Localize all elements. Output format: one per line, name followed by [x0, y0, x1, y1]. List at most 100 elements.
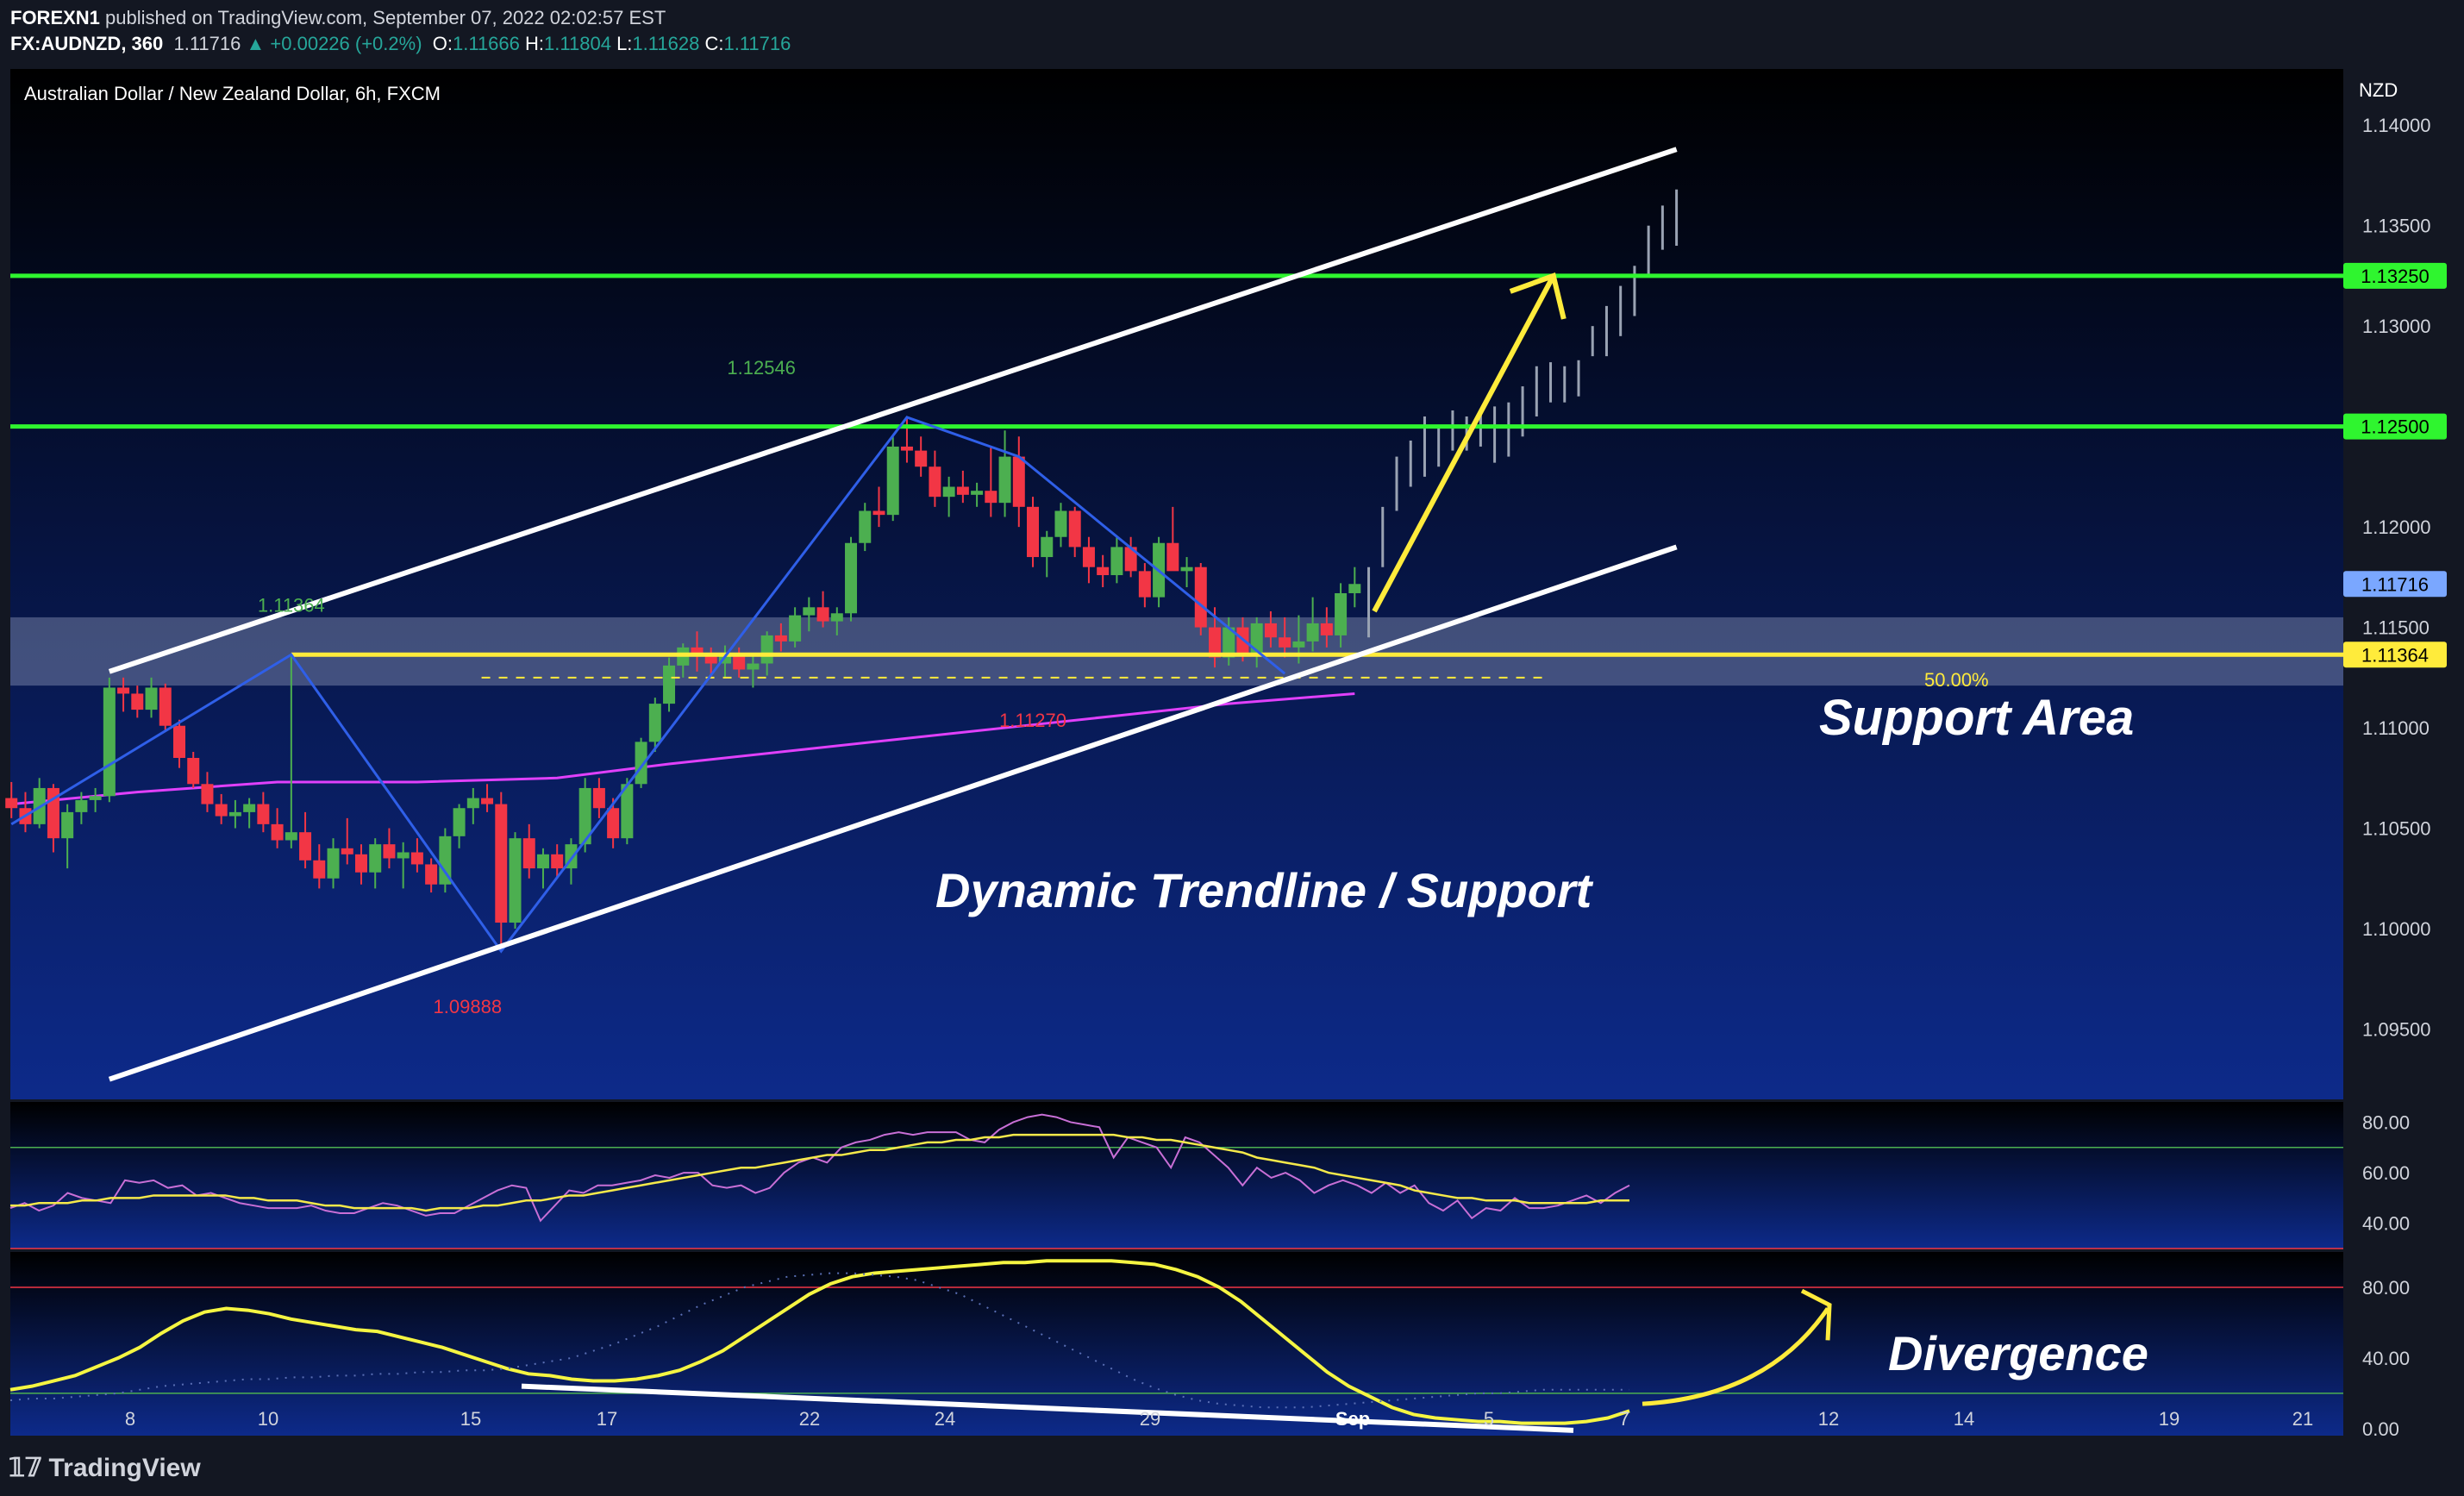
y-tick-label: 1.11000 — [2362, 717, 2430, 739]
candle-down — [481, 798, 494, 804]
x-tick-label: 24 — [935, 1408, 955, 1430]
candle-down — [1279, 637, 1291, 648]
candle-down — [159, 687, 172, 726]
candle-up — [243, 804, 256, 812]
candle-down — [410, 852, 423, 865]
candle-up — [859, 510, 872, 543]
candle-down — [257, 804, 270, 824]
candle-down — [5, 798, 18, 809]
candle-up — [1041, 536, 1054, 558]
price-axis-marker-label: 1.11364 — [2361, 644, 2429, 666]
candle-down — [1012, 456, 1025, 507]
x-tick-label: 15 — [460, 1408, 481, 1430]
candle-up — [998, 456, 1011, 504]
candle-down — [1082, 547, 1095, 567]
oscillator2-tick-label: 0.00 — [2362, 1418, 2399, 1440]
candle-up — [327, 848, 340, 879]
candle-down — [383, 844, 396, 859]
divergence-annotation: Divergence — [1888, 1326, 2148, 1380]
candle-down — [592, 787, 605, 809]
candle-up — [971, 491, 984, 495]
candle-up — [466, 798, 479, 809]
candle-down — [271, 823, 284, 841]
candle-up — [886, 446, 899, 516]
oscillator1-tick-label: 80.00 — [2362, 1111, 2410, 1133]
tradingview-logo[interactable]: 𝟙𝟟 TradingView — [9, 1453, 201, 1483]
x-tick-label: 22 — [799, 1408, 820, 1430]
candle-up — [1180, 566, 1193, 572]
candle-up — [145, 687, 158, 710]
candle-down — [1027, 506, 1040, 558]
candle-down — [201, 784, 214, 804]
tradingview-icon: 𝟙𝟟 — [9, 1454, 49, 1482]
candle-up — [1335, 592, 1348, 635]
candle-down — [1138, 571, 1151, 598]
x-tick-label: 21 — [2292, 1408, 2313, 1430]
x-tick-label: 10 — [258, 1408, 278, 1430]
candle-down — [551, 854, 564, 869]
candle-down — [915, 450, 928, 467]
y-tick-label: 1.11500 — [2362, 617, 2430, 639]
candle-up — [747, 663, 760, 670]
pivot-label: 1.12546 — [727, 357, 796, 379]
candle-down — [774, 635, 787, 642]
candle-up — [103, 687, 116, 797]
currency-label: NZD — [2359, 79, 2398, 101]
candle-up — [845, 542, 858, 614]
candle-up — [1292, 641, 1305, 648]
x-tick-label: 8 — [125, 1408, 135, 1430]
candle-up — [789, 615, 802, 642]
candle-up — [830, 613, 843, 622]
candle-down — [131, 693, 144, 710]
brand-text: TradingView — [48, 1454, 201, 1482]
candle-up — [453, 808, 466, 836]
candle-up — [536, 854, 549, 869]
candle-down — [985, 491, 997, 504]
oscillator1-pane — [10, 1102, 2343, 1249]
candle-down — [522, 838, 535, 869]
candle-up — [228, 811, 241, 817]
trendline-annotation: Dynamic Trendline / Support — [935, 863, 1594, 917]
candle-down — [299, 832, 312, 861]
candle-up — [1250, 623, 1263, 654]
y-tick-label: 1.10500 — [2362, 818, 2431, 840]
candle-up — [648, 704, 661, 742]
x-tick-label: 5 — [1484, 1408, 1494, 1430]
candle-up — [369, 844, 382, 873]
candle-down — [495, 804, 508, 923]
candle-up — [1348, 584, 1361, 593]
candle-down — [1166, 542, 1179, 572]
candle-up — [75, 799, 88, 812]
y-tick-label: 1.12000 — [2362, 516, 2431, 538]
candle-up — [1306, 623, 1319, 642]
candle-down — [1097, 566, 1110, 576]
candle-down — [607, 808, 620, 839]
x-tick-label: 29 — [1140, 1408, 1160, 1430]
candle-up — [285, 832, 297, 841]
footer-bar — [0, 1438, 2464, 1496]
price-axis-marker-label: 1.13250 — [2361, 266, 2430, 287]
y-tick-label: 1.10000 — [2362, 918, 2431, 940]
candle-down — [1264, 623, 1277, 638]
x-tick-label: 7 — [1619, 1408, 1629, 1430]
support-area-annotation: Support Area — [1819, 690, 2134, 746]
candle-up — [89, 796, 102, 800]
candle-down — [929, 466, 941, 498]
candle-down — [1068, 510, 1081, 548]
candle-up — [1110, 547, 1123, 576]
candle-down — [425, 864, 438, 885]
candle-down — [313, 860, 326, 879]
candle-down — [1194, 566, 1207, 628]
oscillator2-tick-label: 80.00 — [2362, 1277, 2410, 1299]
candle-down — [900, 446, 913, 451]
chart-canvas[interactable]: 50.00% 1.11364 1.09888 1.12546 1.11270 Suppor… — [0, 0, 2464, 1496]
candle-down — [172, 725, 185, 758]
candle-down — [956, 486, 969, 495]
candle-down — [733, 655, 746, 670]
candle-up — [942, 486, 955, 498]
candle-up — [760, 635, 773, 664]
price-axis-marker-label: 1.11716 — [2361, 573, 2429, 595]
pivot-label: 1.11364 — [258, 594, 325, 616]
x-tick-label: 17 — [597, 1408, 617, 1430]
candle-up — [1054, 510, 1067, 537]
